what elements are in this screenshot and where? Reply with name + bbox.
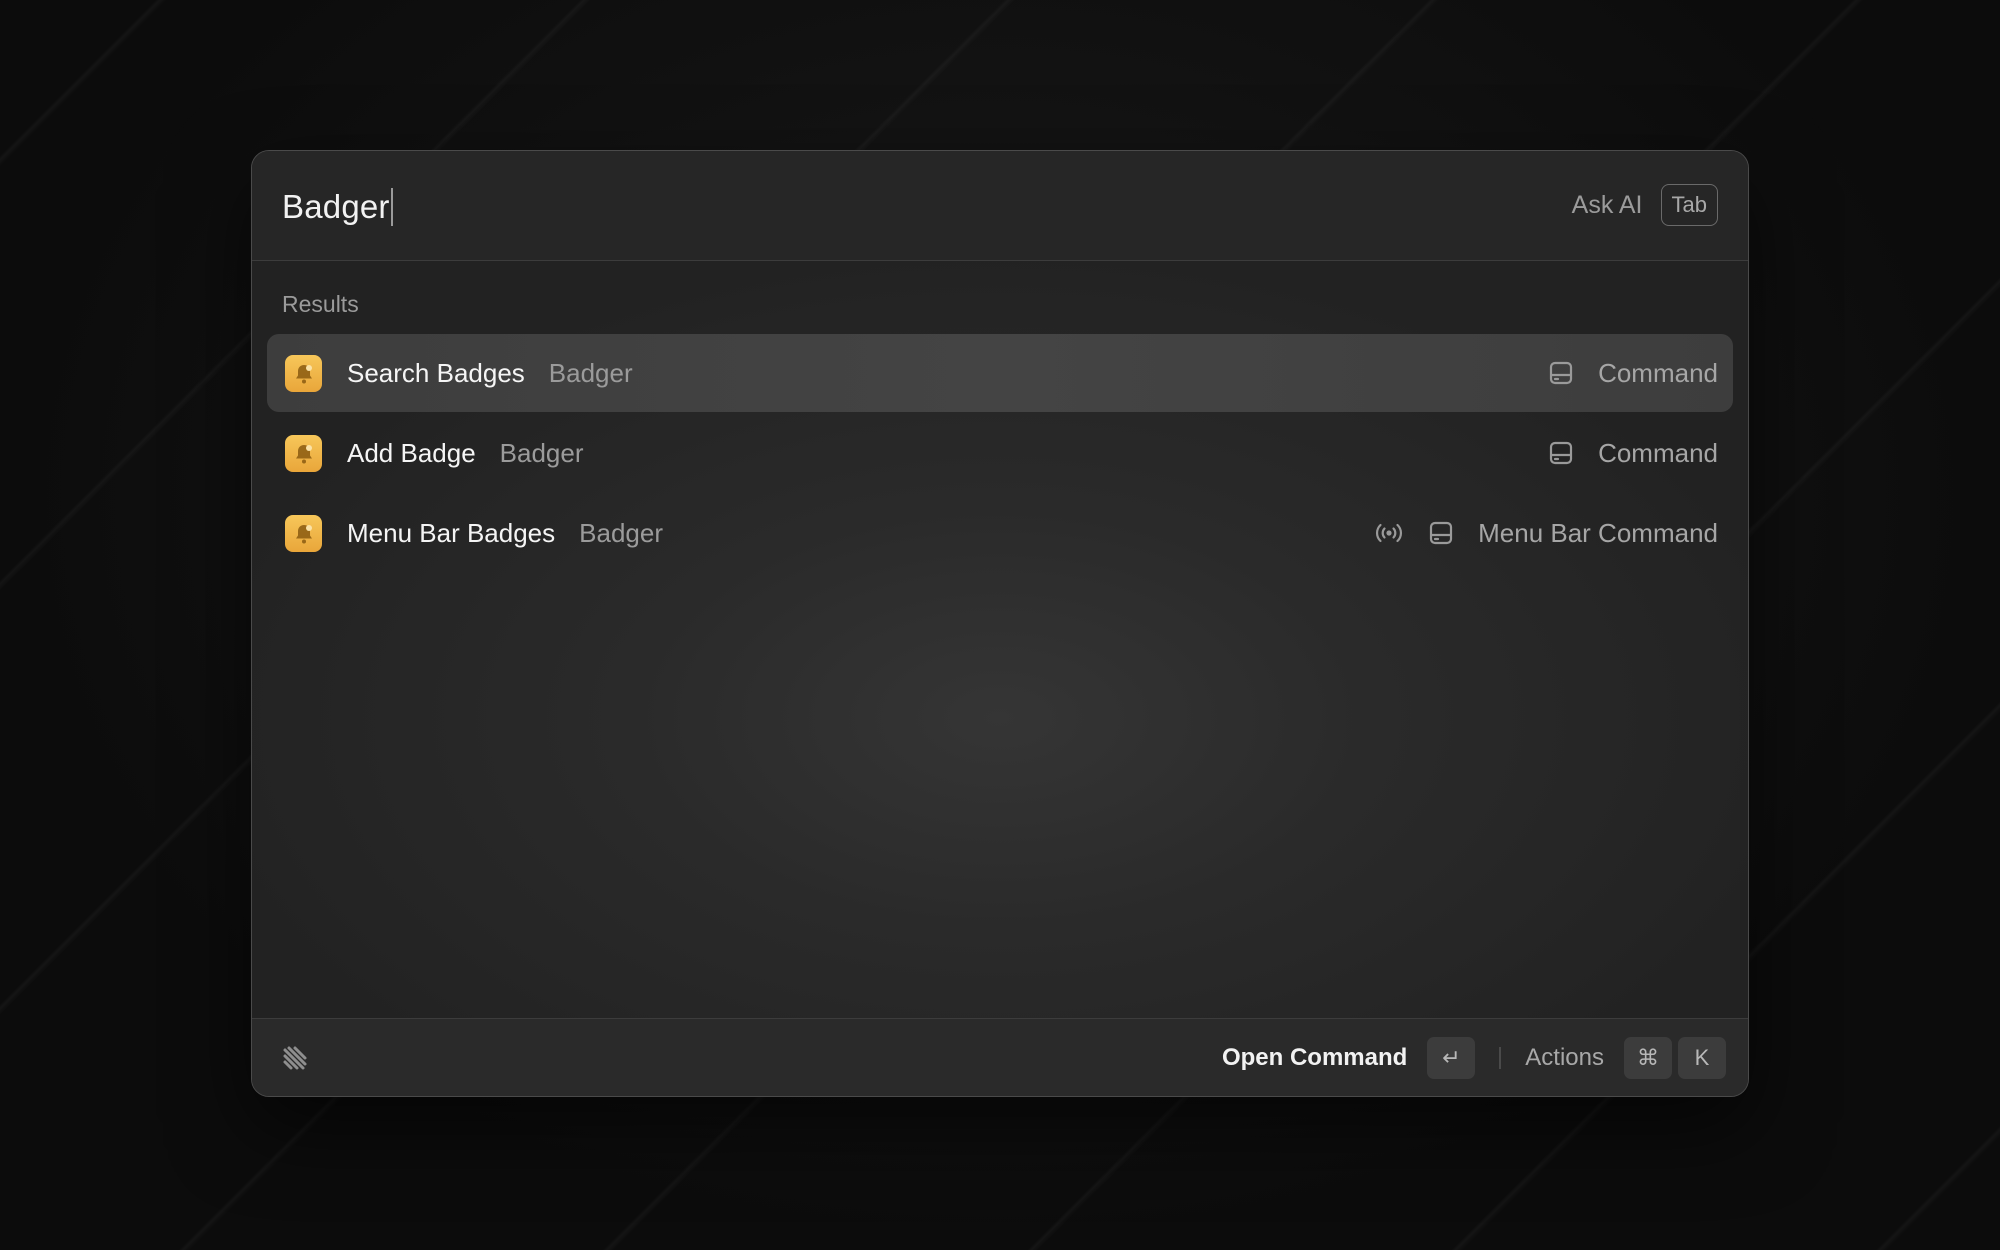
result-type: Command [1598,357,1718,388]
text-caret [390,188,393,226]
result-row-menu-bar-badges[interactable]: Menu Bar Badges Badger Menu Bar Command [267,494,1733,572]
command-key-hint: ⌘ [1624,1037,1672,1079]
drive-icon [1546,438,1576,468]
launcher-window: Badger Ask AI Tab Results Search Badges … [251,150,1749,1097]
result-accessories: Command [1546,438,1718,469]
bell-app-icon [285,515,322,552]
result-type: Command [1598,437,1718,468]
search-input[interactable]: Badger [282,187,393,227]
action-bar: Open Command ↵ Actions ⌘ K [252,1018,1748,1096]
actions-button[interactable]: Actions [1525,1044,1604,1072]
result-type: Menu Bar Command [1478,517,1718,548]
drive-icon [1546,358,1576,388]
raycast-logo-icon[interactable] [276,1039,314,1077]
enter-key-hint: ↵ [1427,1037,1476,1079]
open-command-button[interactable]: Open Command [1222,1044,1407,1072]
result-title: Menu Bar Badges [347,517,556,548]
result-subtitle: Badger [499,437,584,468]
bell-app-icon [285,435,322,472]
broadcast-icon [1374,518,1404,548]
result-title: Search Badges [347,357,525,388]
result-row-add-badge[interactable]: Add Badge Badger Command [267,414,1733,492]
result-accessories: Menu Bar Command [1374,518,1718,549]
footer-divider [1499,1047,1502,1069]
result-row-search-badges[interactable]: Search Badges Badger Command [267,334,1733,412]
search-query-text: Badger [282,188,390,225]
footer-actions: Open Command ↵ Actions ⌘ K [1222,1036,1726,1080]
search-bar[interactable]: Badger Ask AI Tab [252,151,1748,261]
result-row-text: Search Badges Badger [347,358,633,389]
result-row-text: Menu Bar Badges Badger [347,518,663,549]
result-title: Add Badge [347,437,476,468]
results-section-title: Results [282,291,359,317]
result-accessories: Command [1546,358,1718,389]
result-subtitle: Badger [548,357,633,388]
ask-ai-button[interactable]: Ask AI Tab [1572,183,1718,227]
tab-key-hint: Tab [1660,184,1718,226]
bell-app-icon [285,355,322,392]
ask-ai-label: Ask AI [1571,190,1643,219]
result-subtitle: Badger [579,517,663,548]
result-row-text: Add Badge Badger [347,438,584,469]
drive-icon [1426,518,1456,548]
k-key-hint: K [1678,1037,1726,1079]
